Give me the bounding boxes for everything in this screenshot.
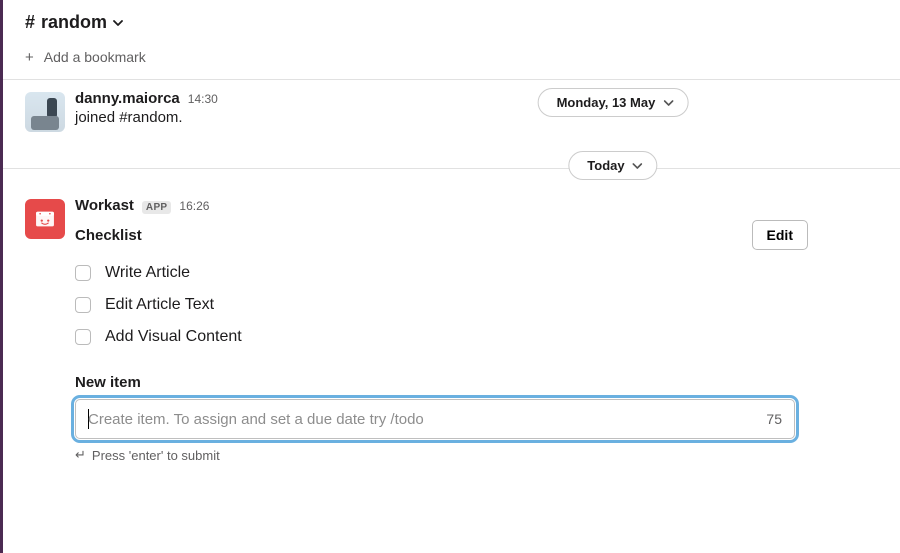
checklist-item-label: Write Article — [105, 264, 190, 282]
message-workast: Workast APP 16:26 Checklist Edit Write A… — [3, 169, 900, 475]
new-item-input[interactable] — [88, 400, 756, 438]
channel-name-button[interactable]: # random — [25, 12, 878, 33]
new-item-label: New item — [75, 374, 878, 391]
avatar[interactable] — [25, 92, 65, 132]
input-hint: Press 'enter' to submit — [92, 448, 220, 463]
edit-button[interactable]: Edit — [752, 220, 808, 250]
date-pill-label: Today — [587, 158, 624, 173]
message-author[interactable]: danny.maiorca — [75, 90, 180, 107]
checklist-item-label: Add Visual Content — [105, 328, 242, 346]
message-text: joined #random. — [75, 109, 878, 126]
checkbox[interactable] — [75, 265, 91, 281]
channel-name: random — [41, 12, 107, 33]
checkbox[interactable] — [75, 297, 91, 313]
checklist-item: Write Article — [75, 264, 878, 282]
chevron-down-icon — [663, 98, 673, 108]
app-avatar[interactable] — [25, 199, 65, 239]
char-count: 75 — [756, 411, 782, 427]
checklist-item: Add Visual Content — [75, 328, 878, 346]
message-join: danny.maiorca 14:30 joined #random. Mond… — [3, 80, 900, 144]
checklist-item-label: Edit Article Text — [105, 296, 214, 314]
chevron-down-icon — [633, 161, 643, 171]
message-author[interactable]: Workast — [75, 197, 134, 214]
date-pill-label: Monday, 13 May — [557, 95, 656, 110]
app-badge: APP — [142, 201, 171, 214]
message-time: 14:30 — [188, 92, 218, 106]
enter-key-icon: ↵ — [75, 447, 86, 463]
checklist-item: Edit Article Text — [75, 296, 878, 314]
new-item-input-wrap[interactable]: 75 — [75, 399, 795, 439]
plus-icon: + — [25, 50, 34, 65]
attachment-title: Checklist — [75, 227, 142, 244]
add-bookmark-button[interactable]: Add a bookmark — [44, 49, 146, 65]
hash-icon: # — [25, 12, 35, 33]
checkbox[interactable] — [75, 329, 91, 345]
chevron-down-icon — [113, 18, 123, 28]
date-pill-today[interactable]: Today — [568, 151, 657, 180]
message-time: 16:26 — [179, 199, 209, 213]
date-pill-prev[interactable]: Monday, 13 May — [538, 88, 689, 117]
